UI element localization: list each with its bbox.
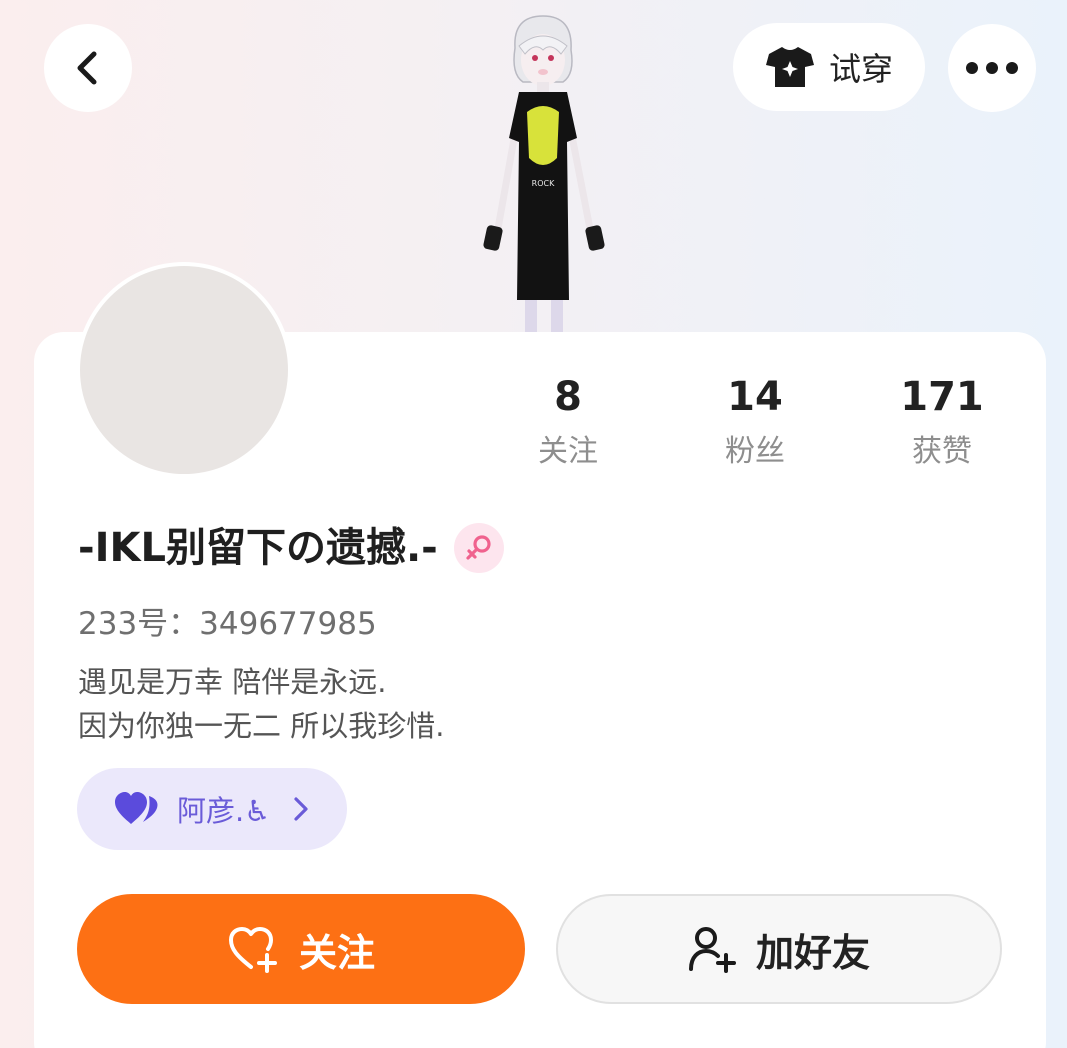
stat-following[interactable]: 8 关注 <box>498 372 638 470</box>
bio: 遇见是万幸 陪伴是永远. 因为你独一无二 所以我珍惜. <box>78 660 444 748</box>
bio-line: 遇见是万幸 陪伴是永远. <box>78 665 387 699</box>
account-id: 233号：349677985 <box>78 606 377 642</box>
stat-followers-label: 粉丝 <box>725 434 785 469</box>
avatar-figure-image: ROCK <box>483 15 605 334</box>
stat-following-value: 8 <box>554 374 582 420</box>
tshirt-icon <box>765 47 814 87</box>
heart-plus-icon <box>228 927 277 973</box>
add-friend-button[interactable]: 加好友 <box>556 894 1002 1004</box>
back-button[interactable] <box>44 24 132 112</box>
username: -IKL别留下の遗撼.- <box>78 525 438 571</box>
bio-line: 因为你独一无二 所以我珍惜. <box>78 709 445 743</box>
hearts-icon <box>115 792 158 824</box>
stat-likes-value: 171 <box>900 374 984 420</box>
username-row: -IKL别留下の遗撼.- <box>78 520 504 576</box>
cp-name: 阿彦.♿ <box>177 794 271 828</box>
more-dots-icon <box>966 62 1018 74</box>
add-friend-label: 加好友 <box>755 930 870 975</box>
cp-relationship-chip[interactable]: 阿彦.♿ <box>77 768 347 850</box>
more-button[interactable] <box>948 24 1036 112</box>
stat-following-label: 关注 <box>538 434 598 469</box>
profile-avatar[interactable] <box>76 262 292 478</box>
chevron-right-icon <box>294 797 308 821</box>
chevron-left-icon <box>77 51 97 85</box>
try-on-button[interactable]: 试穿 <box>733 23 925 111</box>
gender-badge <box>453 523 504 573</box>
stat-followers-value: 14 <box>727 374 783 420</box>
follow-label: 关注 <box>298 930 375 975</box>
stat-likes[interactable]: 171 获赞 <box>872 372 1012 470</box>
follow-button[interactable]: 关注 <box>77 894 525 1004</box>
add-user-icon <box>688 927 736 973</box>
female-icon <box>466 535 491 560</box>
svg-text:ROCK: ROCK <box>532 179 555 188</box>
stat-likes-label: 获赞 <box>912 434 972 469</box>
stat-followers[interactable]: 14 粉丝 <box>685 372 825 470</box>
try-on-label: 试穿 <box>828 50 893 88</box>
